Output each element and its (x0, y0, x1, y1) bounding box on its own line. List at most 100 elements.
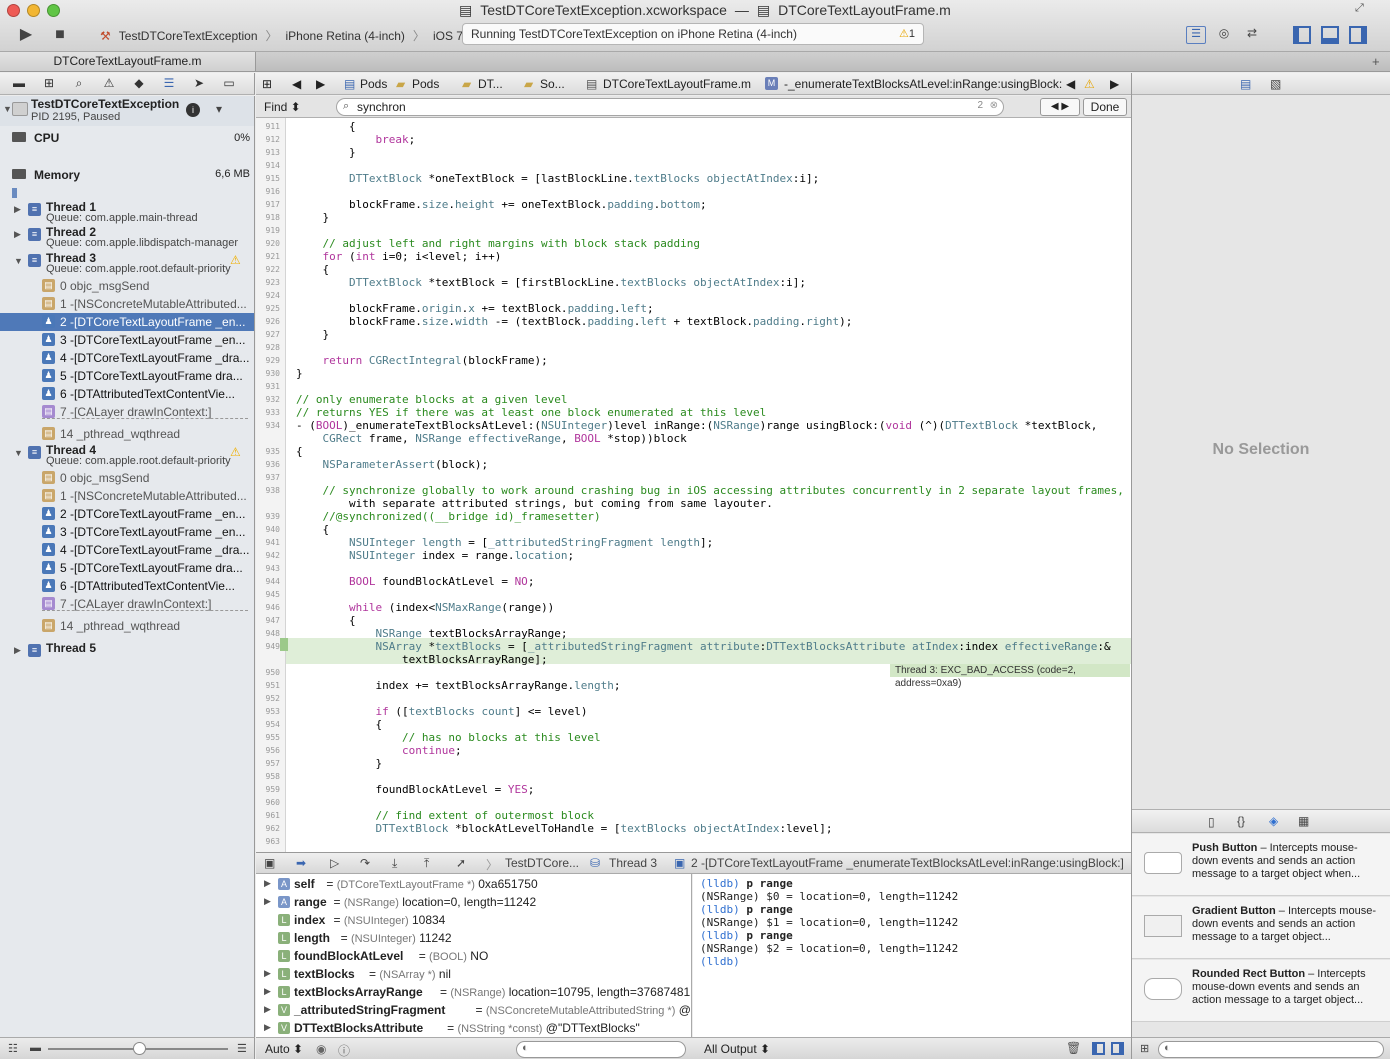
scheme-selector[interactable]: ⚒ TestDTCoreTextException 〉 iPhone Retina (… (100, 27, 481, 44)
stack-frame-row[interactable]: ♟ 2 -[DTCoreTextLayoutFrame _en... (0, 505, 254, 523)
debug-navigator-icon[interactable]: ☰ (160, 76, 178, 92)
disclosure-closed-icon[interactable]: ▶ (264, 878, 271, 889)
warning-icon[interactable]: ⚠ (230, 445, 241, 459)
test-icon[interactable]: ◆ (130, 76, 148, 92)
assistant-editor-icon[interactable]: ◎ (1214, 26, 1234, 44)
trash-icon[interactable]: 🗑 (1066, 1041, 1081, 1055)
compress-stack-icon[interactable]: ▬ (30, 1042, 41, 1054)
zoom-window-button[interactable] (47, 4, 60, 17)
stack-frame-row[interactable]: ▤ 1 -[NSConcreteMutableAttributed... (0, 295, 254, 313)
stack-frame-row[interactable]: ▤ 14 _pthread_wqthread (0, 425, 254, 443)
disclosure-closed-icon[interactable]: ▶ (264, 1022, 271, 1033)
console-view[interactable]: (lldb) p range (NSRange) $0 = location=0,… (693, 874, 1131, 1037)
hide-debug-area-icon[interactable]: ▣ (264, 856, 275, 870)
stack-frame-row[interactable]: ♟ 4 -[DTCoreTextLayoutFrame _dra... (0, 349, 254, 367)
variable-row[interactable]: Lindex = (NSUInteger) 10834 (256, 911, 691, 929)
forward-arrow-icon[interactable]: ▶ (316, 77, 325, 91)
source-editor[interactable]: 911 912 913 914 915 916 917 918 919 920 921 922 923 9… (256, 118, 1131, 852)
instruction-pointer-icon[interactable] (280, 638, 288, 651)
debug-target[interactable]: TestDTCore... (505, 856, 579, 870)
print-description-icon[interactable]: ⓘ (338, 1042, 350, 1059)
thread-row[interactable]: ▼ ≡ Thread 3 Queue: com.apple.root.default-… (0, 251, 254, 277)
disclosure-open-icon[interactable]: ▼ (3, 104, 12, 114)
step-over-icon[interactable]: ↷ (360, 856, 370, 870)
next-issue-icon[interactable]: ▶ (1110, 77, 1119, 91)
breakpoints-toggle-icon[interactable]: ➡ (296, 856, 306, 870)
previous-issue-icon[interactable]: ◀ (1066, 77, 1075, 91)
folder-icon[interactable]: ▬ (10, 76, 28, 92)
disclosure-closed-icon[interactable]: ▶ (14, 645, 21, 656)
show-console-icon[interactable] (1111, 1042, 1124, 1055)
jump-item-pods-project[interactable]: Pods (360, 77, 387, 91)
jump-item-pods-group[interactable]: Pods (412, 77, 439, 91)
exception-badge[interactable]: Thread 3: EXC_BAD_ACCESS (code=2, addres… (890, 664, 1130, 689)
stack-frame-row[interactable]: ♟ 3 -[DTCoreTextLayoutFrame _en... (0, 523, 254, 541)
console-output-popup[interactable]: All Output ⬍ (704, 1042, 770, 1056)
variable-row[interactable]: ▶ LtextBlocksArrayRange = (NSRange) locati… (256, 983, 691, 1001)
find-input[interactable]: ⌕ synchron 2 ⊗ (336, 98, 1004, 116)
variable-row[interactable]: Llength = (NSUInteger) 11242 (256, 929, 691, 947)
find-done-button[interactable]: Done (1083, 98, 1127, 116)
stop-button[interactable]: ■ (49, 25, 71, 45)
add-tab-icon[interactable]: + (1372, 54, 1380, 69)
back-arrow-icon[interactable]: ◀ (292, 77, 301, 91)
warning-icon[interactable]: ⚠ (230, 253, 241, 267)
jump-item-file[interactable]: DTCoreTextLayoutFrame.m (603, 77, 751, 91)
disclosure-closed-icon[interactable]: ▶ (264, 1004, 271, 1015)
file-template-icon[interactable]: ▯ (1208, 815, 1215, 829)
file-inspector-icon[interactable]: ▤ (1240, 77, 1251, 91)
variables-filter-input[interactable]: ◐ (516, 1041, 686, 1058)
stack-frame-row[interactable]: ♟ 6 -[DTAttributedTextContentVie... (0, 577, 254, 595)
find-prev-next-buttons[interactable]: ◀ ▶ (1040, 98, 1080, 116)
continue-icon[interactable]: ▷ (330, 856, 339, 870)
search-icon[interactable]: ⌕ (70, 76, 88, 92)
process-row[interactable]: ▼ TestDTCoreTextException PID 2195, Paus… (0, 96, 254, 126)
library-item[interactable]: Rounded Rect Button – Intercepts mouse-d… (1132, 960, 1390, 1022)
related-items-icon[interactable]: ⊞ (262, 77, 272, 91)
variable-row[interactable]: LfoundBlockAtLevel = (BOOL) NO (256, 947, 691, 965)
jump-item-source-group[interactable]: So... (540, 77, 565, 91)
stack-frame-row[interactable]: ▤ 14 _pthread_wqthread (0, 617, 254, 635)
stack-frame-row[interactable]: ▤ 0 objc_msgSend (0, 469, 254, 487)
media-library-icon[interactable]: ▦ (1298, 814, 1309, 828)
line-number-gutter[interactable]: 911 912 913 914 915 916 917 918 919 920 921 922 923 9… (256, 118, 286, 852)
symbol-icon[interactable]: ⊞ (40, 76, 58, 92)
object-library-icon[interactable]: ◈ (1269, 814, 1278, 828)
log-icon[interactable]: ▭ (220, 76, 238, 92)
standard-editor-icon[interactable]: ☰ (1186, 26, 1206, 44)
location-icon[interactable]: ➚ (456, 856, 466, 870)
process-info-icon[interactable]: i (186, 103, 200, 117)
tab-layoutframe[interactable]: DTCoreTextLayoutFrame.m (0, 52, 256, 71)
debug-area-toggle-icon[interactable] (1321, 26, 1339, 44)
run-button[interactable]: ▶ (15, 25, 37, 45)
stack-frame-row[interactable]: ♟ 4 -[DTCoreTextLayoutFrame _dra... (0, 541, 254, 559)
utilities-toggle-icon[interactable] (1349, 26, 1367, 44)
library-filter-input[interactable]: ◐ (1158, 1041, 1384, 1058)
variable-row[interactable]: ▶ Arange = (NSRange) location=0, length=11… (256, 893, 691, 911)
stack-frame-row[interactable]: ♟ 5 -[DTCoreTextLayoutFrame dra... (0, 559, 254, 577)
expand-stack-icon[interactable]: ☰ (237, 1042, 247, 1055)
jump-item-dt-group[interactable]: DT... (478, 77, 503, 91)
stack-frame-row[interactable]: ▤ 0 objc_msgSend (0, 277, 254, 295)
filter-options-icon[interactable]: ☷ (8, 1042, 18, 1055)
minimize-window-button[interactable] (27, 4, 40, 17)
library-item[interactable]: Gradient Button – Intercepts mouse-down … (1132, 897, 1390, 959)
stack-frame-row[interactable]: ♟ 3 -[DTCoreTextLayoutFrame _en... (0, 331, 254, 349)
stack-frame-row[interactable]: ▤ 1 -[NSConcreteMutableAttributed... (0, 487, 254, 505)
thread-row[interactable]: ▶ ≡ Thread 1 Queue: com.apple.main-thread (0, 200, 254, 226)
debug-frame[interactable]: 2 -[DTCoreTextLayoutFrame _enumerateText… (691, 856, 1124, 870)
stack-frame-row[interactable]: ♟ 6 -[DTAttributedTextContentVie... (0, 385, 254, 403)
variable-row[interactable]: ▶ Aself = (DTCoreTextLayoutFrame *) 0xa651… (256, 875, 691, 893)
disclosure-closed-icon[interactable]: ▶ (14, 229, 21, 240)
stack-frame-row[interactable]: ♟ 5 -[DTCoreTextLayoutFrame dra... (0, 367, 254, 385)
show-variables-icon[interactable] (1092, 1042, 1105, 1055)
jump-item-method[interactable]: -_enumerateTextBlocksAtLevel:inRange:usi… (784, 77, 1062, 91)
quick-look-icon[interactable]: ◉ (316, 1042, 326, 1056)
variables-view[interactable]: ▶ Aself = (DTCoreTextLayoutFrame *) 0xa651… (256, 874, 692, 1037)
disclosure-open-icon[interactable]: ▼ (14, 448, 23, 458)
variable-row[interactable]: ▶ V _attributedStringFragment = (NSConcrete… (256, 1001, 691, 1019)
fullscreen-icon[interactable]: ⤢ (1355, 2, 1369, 16)
library-item[interactable]: Push Button – Intercepts mouse-down even… (1132, 834, 1390, 896)
navigator-toggle-icon[interactable] (1293, 26, 1311, 44)
variable-row[interactable]: ▶ LtextBlocks = (NSArray *) nil (256, 965, 691, 983)
